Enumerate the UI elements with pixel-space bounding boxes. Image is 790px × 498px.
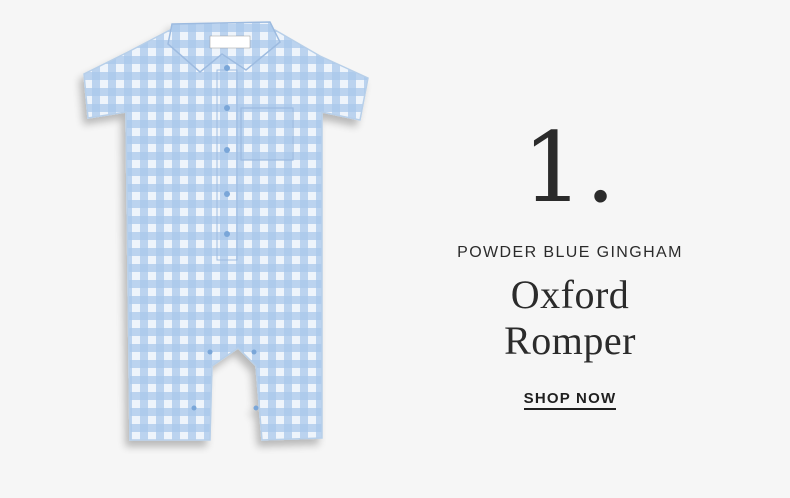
product-image[interactable] xyxy=(60,8,390,468)
product-title: Oxford Romper xyxy=(430,272,710,364)
shop-now-link[interactable]: SHOP NOW xyxy=(523,390,617,410)
product-subtitle: POWDER BLUE GINGHAM xyxy=(457,244,683,261)
romper-illustration xyxy=(83,21,369,441)
promo-panel: 1. POWDER BLUE GINGHAM Oxford Romper SHO… xyxy=(430,118,710,410)
promo-number: 1. xyxy=(522,112,618,224)
product-title-line-1: Oxford xyxy=(510,272,630,317)
product-title-line-2: Romper xyxy=(504,318,636,363)
